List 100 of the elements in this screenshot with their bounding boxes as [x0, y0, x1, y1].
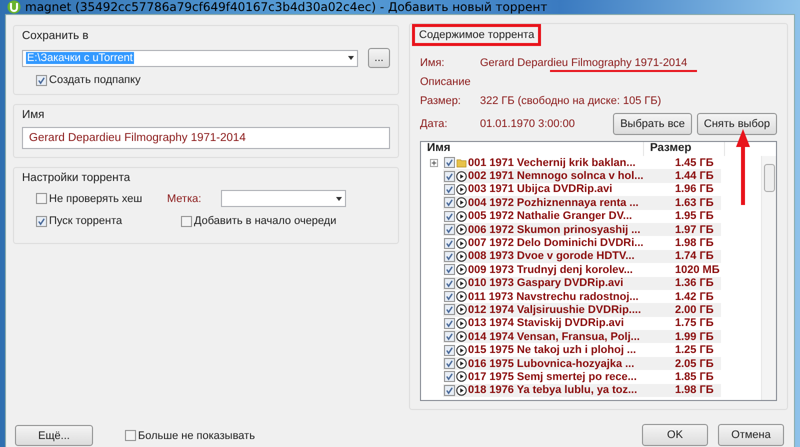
checkbox[interactable] — [444, 250, 455, 262]
selection-button[interactable]: Снять выбор — [696, 113, 777, 135]
checkbox[interactable] — [181, 216, 192, 226]
file-size: 1.25 ГБ — [675, 344, 714, 356]
checkbox[interactable] — [444, 197, 455, 208]
more-button[interactable]: Ещё... — [15, 425, 93, 446]
checkbox-label: Не проверять хеш — [49, 192, 142, 204]
checkbox[interactable] — [444, 291, 455, 302]
group-label: Сохранить в — [22, 30, 88, 42]
tag-label: Метка: — [167, 192, 202, 204]
file-size: 1.96 ГБ — [675, 183, 714, 196]
file-size: 1020 МБ — [675, 264, 720, 276]
checkbox[interactable] — [125, 430, 136, 441]
file-name: 015 1975 Ne takoj uzh i plohoj ... — [468, 344, 638, 356]
checkbox[interactable] — [444, 170, 455, 182]
checkbox[interactable] — [444, 371, 455, 382]
window-title: magnet (35492cc57786a79cf649f40167c3b4d30a02c4ec) - Добавить новый торрент — [25, 0, 548, 14]
file-row[interactable]: 011 1973 Navstrechu radostnoj... 1.42 ГБ — [421, 290, 761, 304]
checkbox[interactable] — [444, 304, 455, 316]
play-icon — [456, 184, 467, 195]
checkbox[interactable] — [444, 331, 455, 342]
file-size: 1.85 ГБ — [675, 370, 714, 383]
checkbox-label: Пуск торрента — [49, 215, 122, 227]
play-icon — [456, 318, 467, 329]
file-name: 009 1973 Trudnyj denj korolev... — [468, 264, 634, 276]
file-size: 1.36 ГБ — [675, 277, 714, 290]
checkbox[interactable] — [444, 184, 455, 195]
browse-button[interactable]: ... — [368, 48, 390, 68]
play-icon — [456, 371, 467, 382]
checkbox[interactable] — [444, 157, 455, 168]
info-label: Размер: — [420, 94, 462, 106]
play-icon — [456, 250, 467, 262]
file-size: 1.95 ГБ — [675, 210, 714, 222]
play-icon — [456, 291, 467, 302]
group-label: Содержимое торрента — [419, 29, 534, 41]
info-value: 322 ГБ (свободно на диске: 105 ГБ) — [480, 94, 662, 106]
file-row[interactable]: 013 1974 Staviskij DVDRip.avi 1.75 ГБ — [421, 316, 761, 330]
expand-icon[interactable] — [430, 158, 438, 167]
file-size: 2.05 ГБ — [675, 358, 714, 370]
checkbox[interactable] — [444, 344, 455, 356]
play-icon — [456, 264, 467, 276]
play-icon — [456, 384, 467, 396]
selection-button[interactable]: Выбрать все — [613, 113, 692, 135]
file-size: 1.99 ГБ — [675, 330, 714, 343]
info-label: Описание — [420, 76, 472, 88]
play-icon — [456, 238, 467, 249]
file-row[interactable]: 009 1973 Trudnyj denj korolev... 1020 МБ — [421, 263, 761, 277]
file-name: 013 1974 Staviskij DVDRip.avi — [468, 317, 625, 330]
play-icon — [456, 358, 467, 370]
checkbox-label: Создать подпапку — [49, 74, 141, 86]
file-row[interactable]: 017 1975 Semj smertej po rece... 1.85 ГБ — [421, 370, 761, 384]
file-row[interactable]: 005 1972 Nathalie Granger DV... 1.95 ГБ — [421, 210, 761, 223]
file-row[interactable]: 007 1972 Delo Dominichi DVDRi... 1.98 ГБ — [421, 236, 761, 250]
file-name: 003 1971 Ubijca DVDRip.avi — [468, 183, 614, 196]
play-icon — [456, 224, 467, 236]
app-logo-icon — [7, 0, 21, 14]
info-value: 01.01.1970 3:00:00 — [480, 118, 575, 130]
file-size: 1.97 ГБ — [675, 224, 714, 236]
checkbox[interactable] — [36, 216, 47, 226]
checkbox[interactable] — [444, 278, 455, 289]
file-size: 1.45 ГБ — [675, 156, 714, 169]
file-row[interactable]: 003 1971 Ubijca DVDRip.avi 1.96 ГБ — [421, 182, 761, 196]
info-label: Имя: — [420, 56, 446, 68]
info-value: Gerard Depardieu Filmography 1971-2014 — [480, 56, 688, 68]
file-size: 1.98 ГБ — [675, 384, 714, 396]
file-name: 007 1972 Delo Dominichi DVDRi... — [468, 237, 644, 250]
checkbox[interactable] — [36, 74, 47, 86]
caret-icon — [348, 56, 354, 60]
column-header[interactable]: Размер — [644, 142, 725, 156]
checkbox[interactable] — [444, 318, 455, 329]
file-size: 1.42 ГБ — [675, 290, 714, 303]
file-name: 011 1973 Navstrechu radostnoj... — [468, 290, 640, 303]
checkbox[interactable] — [444, 224, 455, 236]
column-header[interactable]: Имя — [421, 142, 644, 156]
file-name: 001 1971 Vechernij krik baklan... — [468, 156, 637, 169]
file-row[interactable]: 001 1971 Vechernij krik baklan... 1.45 ГБ — [421, 156, 761, 170]
checkbox[interactable] — [444, 358, 455, 370]
file-row[interactable]: 015 1975 Ne takoj uzh i plohoj ... 1.25 ГБ — [421, 343, 761, 357]
name-input-field[interactable]: Gerard Depardieu Filmography 1971-2014 — [22, 127, 390, 149]
scrollbar[interactable] — [761, 156, 776, 400]
file-name: 005 1972 Nathalie Granger DV... — [468, 210, 634, 222]
file-size: 1.63 ГБ — [675, 196, 714, 209]
checkbox[interactable] — [444, 238, 455, 249]
play-icon — [456, 344, 467, 356]
checkbox[interactable] — [36, 193, 47, 204]
play-icon — [456, 331, 467, 342]
folder-icon — [456, 157, 467, 168]
file-size: 1.75 ГБ — [675, 317, 714, 330]
play-icon — [456, 170, 467, 182]
checkbox[interactable] — [444, 384, 455, 396]
cancel-button[interactable]: Отмена — [718, 424, 784, 446]
file-size: 2.00 ГБ — [675, 304, 714, 316]
group-label: Настройки торрента — [22, 172, 130, 184]
checkbox[interactable] — [444, 264, 455, 276]
checkbox-label: Добавить в начало очереди — [194, 215, 336, 227]
checkbox-label: Больше не показывать — [138, 430, 255, 442]
file-name: 017 1975 Semj smertej po rece... — [468, 370, 638, 383]
checkbox[interactable] — [444, 210, 455, 222]
group-label: Имя — [22, 109, 44, 121]
ok-button[interactable]: OK — [642, 424, 708, 446]
